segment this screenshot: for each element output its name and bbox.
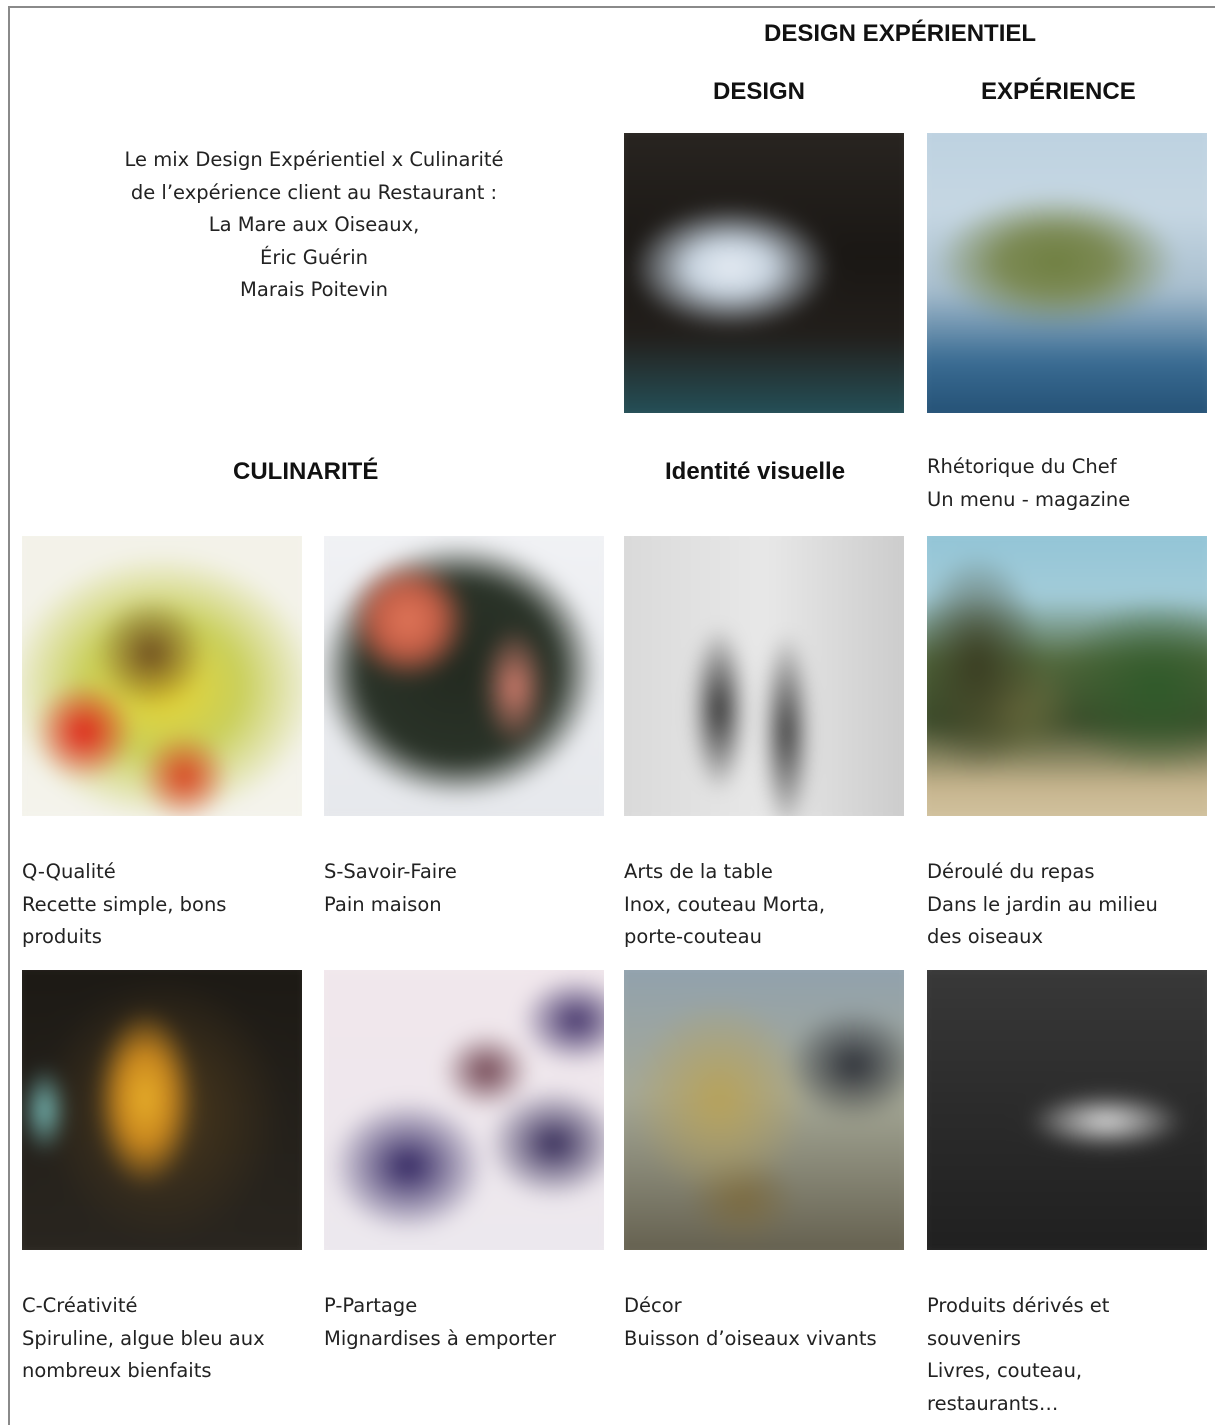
caption-line: C-Créativité — [22, 1294, 138, 1317]
rhetorique-caption: Rhétorique du Chef Un menu - magazine — [927, 451, 1207, 516]
caption-line: P-Partage — [324, 1294, 418, 1317]
caption-line: Buisson d’oiseaux vivants — [624, 1326, 877, 1350]
arts-table-knife-photo — [624, 536, 904, 816]
caption-line: nombreux bienfaits — [22, 1359, 212, 1382]
produits-derives-photo — [927, 970, 1207, 1250]
decor-caption: Décor Buisson d’oiseaux vivants — [624, 1290, 904, 1355]
qualite-dish-photo — [22, 536, 302, 816]
intro-line: Éric Guérin — [260, 245, 368, 269]
heading-experience: EXPÉRIENCE — [981, 78, 1136, 105]
deroule-garden-photo — [927, 536, 1207, 816]
heading-design: DESIGN — [713, 78, 806, 105]
heading-design-experientiel: DESIGN EXPÉRIENTIEL — [764, 20, 1037, 47]
caption-line: restaurants… — [927, 1391, 1059, 1415]
caption-line: Un menu - magazine — [927, 487, 1131, 511]
savoir-faire-caption: S-Savoir-Faire Pain maison — [324, 856, 604, 921]
produits-caption: Produits dérivés et souvenirs Livres, co… — [927, 1290, 1207, 1420]
caption-line: Spiruline, algue bleu aux — [22, 1326, 265, 1350]
caption-line: Rhétorique du Chef — [927, 455, 1117, 478]
deroule-caption: Déroulé du repas Dans le jardin au milie… — [927, 856, 1207, 954]
creativite-dish-photo — [22, 970, 302, 1250]
caption-line: Mignardises à emporter — [324, 1326, 557, 1350]
caption-line: S-Savoir-Faire — [324, 860, 457, 883]
intro-line: La Mare aux Oiseaux, — [208, 213, 420, 236]
caption-line: Livres, couteau, — [927, 1359, 1083, 1382]
caption-line: produits — [22, 925, 102, 948]
savoir-faire-bread-photo — [324, 536, 604, 816]
caption-line: des oiseaux — [927, 925, 1044, 948]
heading-identite-visuelle: Identité visuelle — [665, 458, 846, 485]
caption-line: Dans le jardin au milieu — [927, 892, 1158, 916]
intro-text: Le mix Design Expérientiel x Culinarité … — [40, 144, 588, 307]
intro-line: Le mix Design Expérientiel x Culinarité — [124, 148, 504, 171]
qualite-caption: Q-Qualité Recette simple, bons produits — [22, 856, 302, 954]
caption-line: porte-couteau — [624, 925, 762, 948]
intro-line: de l’expérience client au Restaurant : — [130, 180, 498, 204]
design-menu-photo — [624, 133, 904, 413]
caption-line: Inox, couteau Morta, — [624, 892, 826, 916]
caption-line: Arts de la table — [624, 860, 773, 883]
decor-bird-bush-photo — [624, 970, 904, 1250]
caption-line: Produits dérivés et — [927, 1294, 1110, 1317]
partage-mignardises-photo — [324, 970, 604, 1250]
caption-line: Déroulé du repas — [927, 860, 1095, 883]
arts-table-caption: Arts de la table Inox, couteau Morta, po… — [624, 856, 904, 954]
caption-line: Décor — [624, 1294, 682, 1317]
heading-culinarite: CULINARITÉ — [233, 458, 379, 485]
partage-caption: P-Partage Mignardises à emporter — [324, 1290, 604, 1355]
caption-line: souvenirs — [927, 1326, 1021, 1350]
caption-line: Pain maison — [324, 892, 442, 916]
caption-line: Recette simple, bons — [22, 892, 227, 916]
experience-garden-photo — [927, 133, 1207, 413]
creativite-caption: C-Créativité Spiruline, algue bleu aux n… — [22, 1290, 302, 1388]
intro-line: Marais Poitevin — [240, 278, 388, 301]
caption-line: Q-Qualité — [22, 860, 116, 883]
